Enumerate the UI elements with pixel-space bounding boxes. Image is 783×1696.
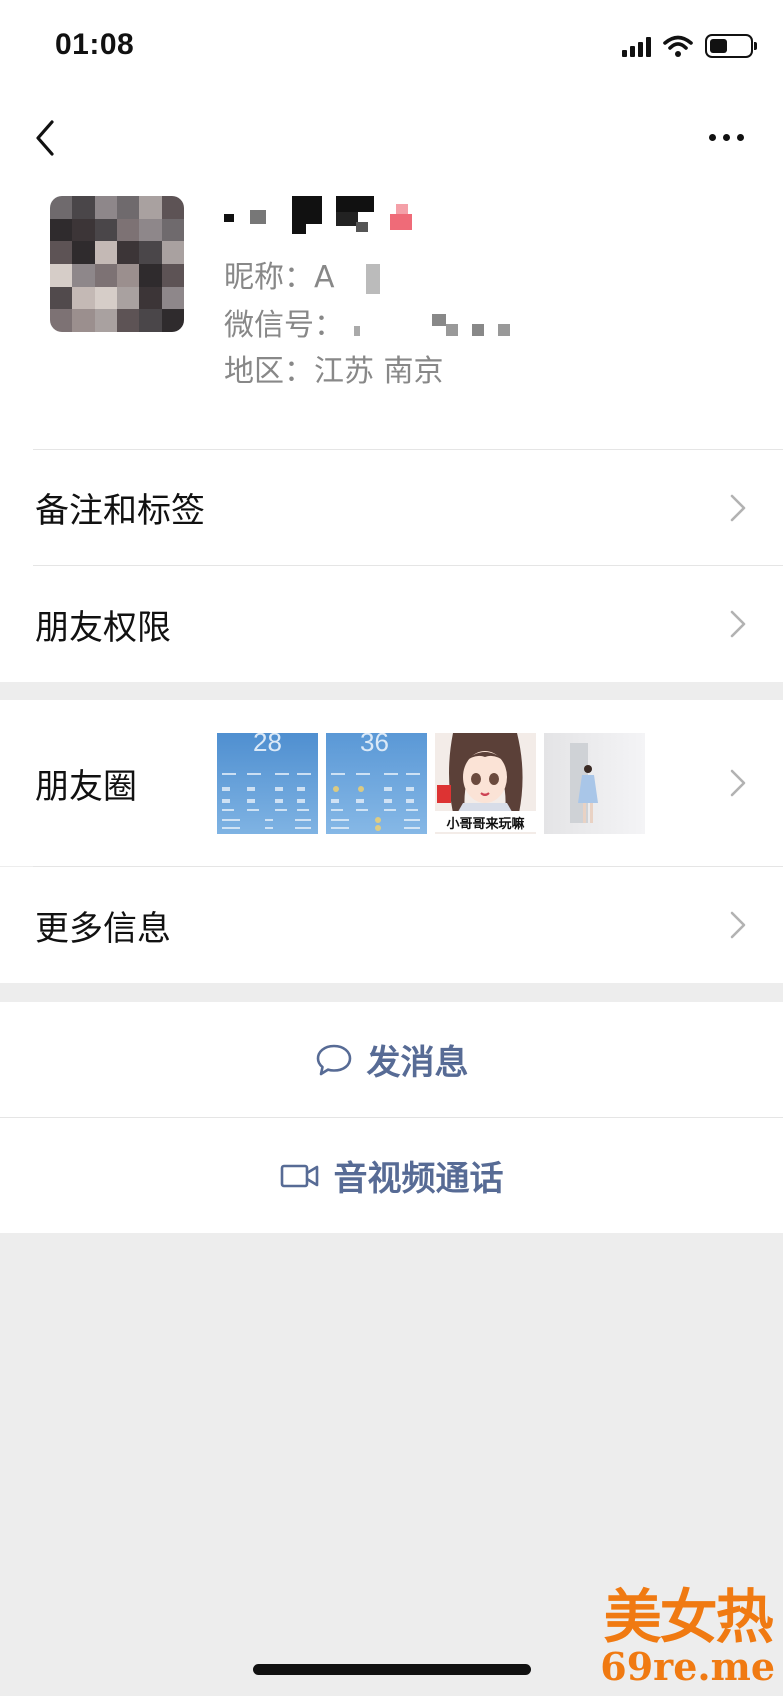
watermark-top: 美女热 bbox=[603, 1583, 774, 1651]
video-call-button[interactable]: 音视频通话 bbox=[0, 1118, 783, 1233]
avatar-pixel bbox=[50, 309, 73, 332]
avatar-pixel bbox=[72, 196, 95, 219]
moments-thumb-weather: 36 bbox=[326, 732, 427, 834]
back-button[interactable] bbox=[28, 112, 68, 164]
video-camera-icon bbox=[280, 1164, 318, 1187]
anime-caption: 小哥哥来玩嘛 bbox=[435, 810, 536, 832]
avatar-pixel bbox=[117, 286, 140, 310]
avatar-pixel bbox=[139, 196, 162, 219]
wechat-id-label: 微信号： bbox=[224, 308, 344, 343]
friend-permissions-label: 朋友权限 bbox=[35, 607, 171, 648]
avatar-pixel bbox=[161, 241, 184, 264]
status-icons bbox=[622, 34, 757, 58]
wechat-id-line: 微信号： bbox=[224, 300, 534, 344]
avatar-pixel bbox=[139, 309, 162, 332]
send-message-label: 发消息 bbox=[366, 1043, 469, 1083]
moments-label: 朋友圈 bbox=[35, 766, 137, 807]
remarks-tags-row[interactable]: 备注和标签 bbox=[0, 450, 783, 565]
avatar-pixel bbox=[72, 241, 95, 264]
weather-grid-graphic bbox=[331, 772, 420, 831]
avatar-pixel bbox=[117, 241, 140, 264]
moments-row[interactable]: 朋友圈 28 36 小哥哥来玩嘛 bbox=[0, 700, 783, 866]
avatar-pixel bbox=[94, 286, 117, 310]
weather-grid-graphic bbox=[222, 772, 311, 829]
video-call-label: 音视频通话 bbox=[333, 1159, 504, 1199]
more-info-label: 更多信息 bbox=[35, 908, 171, 949]
avatar-pixel bbox=[139, 263, 162, 287]
more-options-button[interactable] bbox=[699, 120, 753, 154]
avatar-pixel bbox=[161, 263, 184, 287]
remarks-tags-label: 备注和标签 bbox=[35, 491, 205, 531]
chevron-right-icon bbox=[730, 769, 746, 797]
avatar-pixel bbox=[50, 263, 73, 287]
avatar-pixel bbox=[94, 309, 117, 332]
site-watermark: 美女热 69re.me bbox=[600, 1588, 775, 1686]
moments-thumb-photo bbox=[544, 732, 645, 834]
send-message-button[interactable]: 发消息 bbox=[0, 1002, 783, 1117]
contact-name-redacted bbox=[224, 196, 424, 236]
more-dot-icon bbox=[736, 133, 744, 141]
status-time: 01:08 bbox=[55, 28, 135, 61]
avatar-pixel bbox=[72, 309, 95, 332]
photo-figure-graphic bbox=[570, 742, 598, 823]
avatar-pixel bbox=[50, 218, 73, 242]
avatar-pixel bbox=[139, 286, 162, 310]
chevron-right-icon bbox=[730, 494, 746, 521]
avatar[interactable] bbox=[50, 196, 184, 332]
chat-bubble-icon bbox=[316, 1044, 351, 1075]
more-info-row[interactable]: 更多信息 bbox=[0, 867, 783, 983]
avatar-pixel bbox=[117, 263, 140, 287]
avatar-pixel bbox=[117, 309, 140, 332]
chevron-left-icon bbox=[36, 120, 54, 156]
avatar-pixel bbox=[50, 241, 73, 264]
more-dot-icon bbox=[722, 133, 730, 141]
nickname-redacted bbox=[366, 263, 381, 294]
avatar-pixel bbox=[50, 286, 73, 310]
signal-icon bbox=[622, 35, 651, 57]
wifi-icon bbox=[663, 35, 693, 57]
wechat-id-redacted bbox=[353, 310, 534, 344]
nickname-label: 昵称：A bbox=[224, 260, 335, 295]
avatar-pixel bbox=[161, 196, 184, 219]
avatar-pixel bbox=[139, 241, 162, 264]
avatar-pixel bbox=[117, 218, 140, 242]
avatar-pixel bbox=[72, 263, 95, 287]
avatar-pixel bbox=[117, 196, 140, 219]
battery-icon bbox=[705, 34, 757, 58]
chevron-right-icon bbox=[730, 911, 746, 939]
moments-thumbnails: 28 36 小哥哥来玩嘛 bbox=[217, 700, 645, 866]
chevron-right-icon bbox=[730, 610, 746, 638]
moments-thumb-weather: 28 bbox=[217, 732, 318, 834]
avatar-pixel bbox=[50, 196, 73, 219]
avatar-pixel bbox=[72, 286, 95, 310]
region-line: 地区：江苏 南京 bbox=[224, 354, 444, 389]
more-dot-icon bbox=[708, 133, 716, 141]
avatar-pixel bbox=[94, 241, 117, 264]
avatar-pixel bbox=[161, 218, 184, 242]
home-indicator[interactable] bbox=[253, 1664, 531, 1675]
friend-permissions-row[interactable]: 朋友权限 bbox=[0, 566, 783, 682]
avatar-pixel bbox=[72, 218, 95, 242]
nickname-line: 昵称：A bbox=[224, 252, 381, 296]
avatar-pixel bbox=[94, 196, 117, 219]
moments-thumb-anime: 小哥哥来玩嘛 bbox=[435, 732, 536, 834]
watermark-bottom: 69re.me bbox=[600, 1644, 775, 1689]
avatar-pixel bbox=[161, 286, 184, 310]
avatar-pixel bbox=[139, 218, 162, 242]
avatar-pixel bbox=[94, 218, 117, 242]
avatar-pixel bbox=[94, 263, 117, 287]
